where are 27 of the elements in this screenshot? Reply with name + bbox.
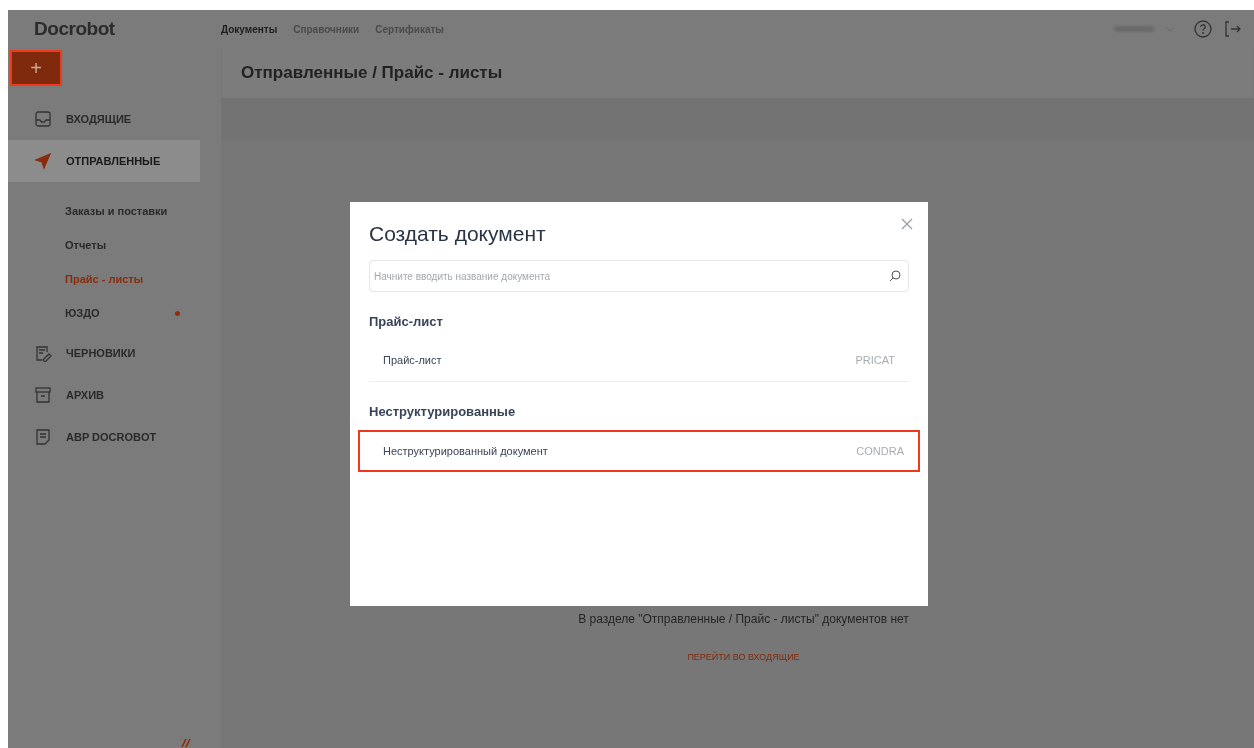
collapse-icon[interactable] [180, 738, 192, 748]
sidebar-item[interactable]: ОТПРАВЛЕННЫЕ [8, 140, 200, 182]
inbox-link[interactable]: ПЕРЕЙТИ ВО ВХОДЯЩИЕ [687, 651, 800, 665]
empty-message: В разделе "Отправленные / Прайс - листы" документов нет [578, 611, 909, 628]
sidebar-subitem[interactable]: Заказы и поставки [65, 202, 168, 220]
sidebar-subitem[interactable]: Отчеты [65, 236, 107, 254]
search-icon[interactable] [889, 270, 901, 282]
inbox-icon [34, 110, 52, 128]
archive-box-icon [34, 386, 52, 404]
group-heading: Прайс-лист [369, 314, 444, 330]
paper-plane-icon [34, 152, 52, 170]
sidebar-subitem[interactable]: ЮЗДО [65, 304, 100, 322]
logo: Docrobot [34, 17, 115, 39]
document-type-item[interactable]: Неструктурированный документ CONDRA [358, 430, 920, 472]
search-field[interactable]: Начните вводить название документа [369, 260, 909, 292]
group-heading: Неструктурированные [369, 404, 517, 420]
modal-title: Создать документ [369, 222, 547, 246]
nav-tab[interactable]: Документы [221, 21, 278, 37]
document-icon [34, 428, 52, 446]
help-icon[interactable] [1194, 20, 1212, 38]
logout-icon[interactable] [1224, 20, 1242, 38]
page-title: Отправленные / Прайс - листы [241, 62, 503, 85]
create-button[interactable]: + [10, 50, 62, 86]
sidebar-subitem[interactable]: Прайс - листы [65, 270, 144, 288]
note-pencil-icon [34, 344, 52, 362]
close-icon[interactable] [901, 218, 913, 230]
document-type-item[interactable]: Прайс-лист PRICAT [369, 340, 909, 382]
